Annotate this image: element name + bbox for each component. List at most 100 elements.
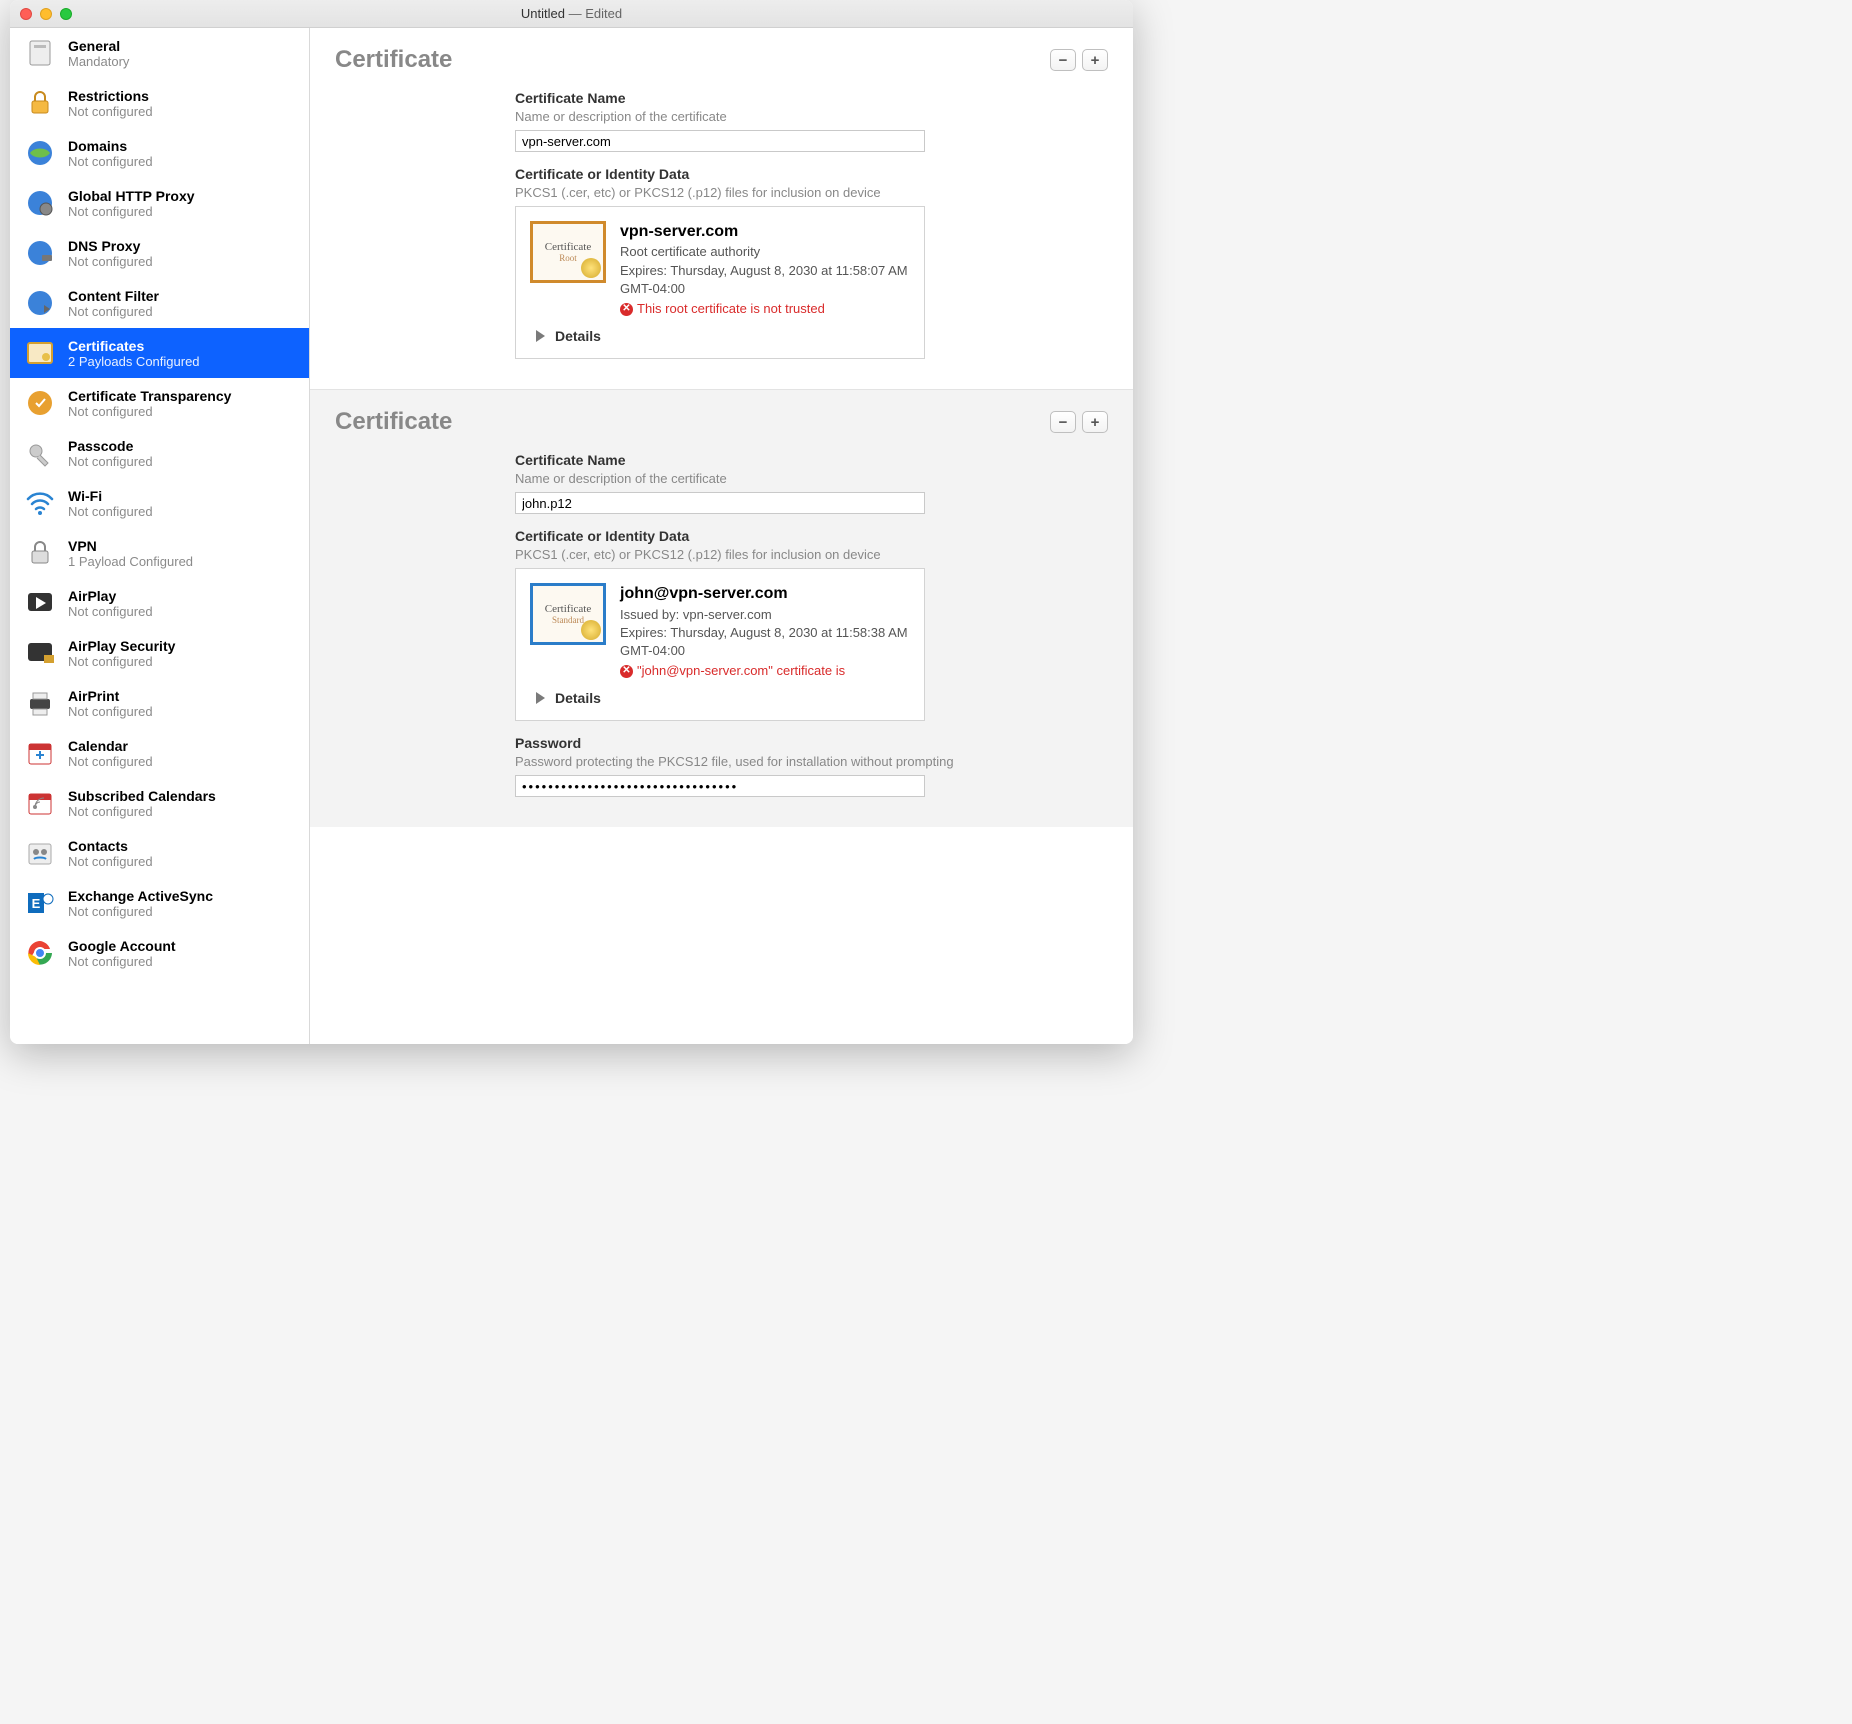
cert-name-desc: Name or description of the certificate (515, 471, 1108, 486)
sidebar-item-subtitle: Not configured (68, 204, 195, 219)
sidebar-item-title: Wi-Fi (68, 488, 153, 504)
sidebar-item-title: VPN (68, 538, 193, 554)
certificate-panel-2: Certificate − + Certificate Name Name or… (310, 389, 1133, 827)
sidebar-item-title: AirPlay Security (68, 638, 175, 654)
sidebar-item-airprint[interactable]: AirPrintNot configured (10, 678, 309, 728)
details-disclosure[interactable]: Details (530, 690, 910, 706)
cert-issuer: Issued by: vpn-server.com (620, 606, 910, 624)
sidebar-item-title: AirPrint (68, 688, 153, 704)
sidebar-item-certificates[interactable]: Certificates2 Payloads Configured (10, 328, 309, 378)
remove-payload-button[interactable]: − (1050, 49, 1076, 71)
main-panel[interactable]: Certificate − + Certificate Name Name or… (310, 28, 1133, 1044)
sidebar-item-title: Calendar (68, 738, 153, 754)
password-input[interactable] (515, 775, 925, 797)
sidebar-item-icon (22, 935, 58, 971)
sidebar-item-content-filter[interactable]: Content FilterNot configured (10, 278, 309, 328)
sidebar-item-title: AirPlay (68, 588, 153, 604)
sidebar-item-icon (22, 585, 58, 621)
sidebar-item-subtitle: 1 Payload Configured (68, 554, 193, 569)
sidebar-item-airplay[interactable]: AirPlayNot configured (10, 578, 309, 628)
sidebar-item-subtitle: Not configured (68, 654, 175, 669)
sidebar-item-title: Global HTTP Proxy (68, 188, 195, 204)
sidebar-item-icon (22, 85, 58, 121)
sidebar-item-title: Certificate Transparency (68, 388, 231, 404)
sidebar-item-title: Certificates (68, 338, 200, 354)
password-label: Password (515, 735, 1108, 751)
sidebar-item-subtitle: Not configured (68, 404, 231, 419)
window-title: Untitled — Edited (10, 6, 1133, 21)
sidebar-item-subtitle: Mandatory (68, 54, 129, 69)
sidebar-item-certificate-transparency[interactable]: Certificate TransparencyNot configured (10, 378, 309, 428)
sidebar-item-icon (22, 685, 58, 721)
certificate-thumbnail-icon: Certificate Root (530, 221, 606, 283)
panel-title: Certificate (335, 46, 452, 74)
sidebar-item-passcode[interactable]: PasscodeNot configured (10, 428, 309, 478)
sidebar-item-airplay-security[interactable]: AirPlay SecurityNot configured (10, 628, 309, 678)
content: GeneralMandatoryRestrictionsNot configur… (10, 28, 1133, 1044)
cert-name-desc: Name or description of the certificate (515, 109, 1108, 124)
sidebar-item-dns-proxy[interactable]: DNS ProxyNot configured (10, 228, 309, 278)
sidebar-item-subtitle: Not configured (68, 304, 159, 319)
sidebar-item-title: Content Filter (68, 288, 159, 304)
sidebar-item-icon (22, 435, 58, 471)
sidebar-item-subtitle: Not configured (68, 954, 176, 969)
sidebar-item-title: General (68, 38, 129, 54)
sidebar-item-subtitle: Not configured (68, 904, 213, 919)
sidebar-item-title: Google Account (68, 938, 176, 954)
certificate-thumbnail-icon: Certificate Standard (530, 583, 606, 645)
error-icon: ✕ (620, 303, 633, 316)
sidebar-item-title: DNS Proxy (68, 238, 153, 254)
sidebar-item-subtitle: Not configured (68, 104, 153, 119)
sidebar-item-vpn[interactable]: VPN1 Payload Configured (10, 528, 309, 578)
password-desc: Password protecting the PKCS12 file, use… (515, 754, 1108, 769)
sidebar-item-icon (22, 285, 58, 321)
cert-name-input[interactable] (515, 492, 925, 514)
sidebar-item-subtitle: Not configured (68, 804, 216, 819)
cert-trust-error: ✕ This root certificate is not trusted (620, 300, 910, 318)
sidebar-item-icon: E (22, 885, 58, 921)
add-payload-button[interactable]: + (1082, 49, 1108, 71)
sidebar-item-domains[interactable]: DomainsNot configured (10, 128, 309, 178)
window-title-name: Untitled (521, 6, 565, 21)
cert-cn: vpn-server.com (620, 221, 910, 243)
sidebar-item-subtitle: Not configured (68, 454, 153, 469)
seal-icon (581, 258, 601, 278)
sidebar-item-calendar[interactable]: CalendarNot configured (10, 728, 309, 778)
cert-data-label: Certificate or Identity Data (515, 166, 1108, 182)
sidebar-item-icon (22, 735, 58, 771)
sidebar-item-contacts[interactable]: ContactsNot configured (10, 828, 309, 878)
sidebar-item-global-http-proxy[interactable]: Global HTTP ProxyNot configured (10, 178, 309, 228)
sidebar-item-general[interactable]: GeneralMandatory (10, 28, 309, 78)
sidebar-item-icon (22, 785, 58, 821)
add-payload-button[interactable]: + (1082, 411, 1108, 433)
titlebar: Untitled — Edited (10, 0, 1133, 28)
disclosure-triangle-icon (536, 692, 545, 704)
disclosure-triangle-icon (536, 330, 545, 342)
sidebar-item-title: Restrictions (68, 88, 153, 104)
sidebar[interactable]: GeneralMandatoryRestrictionsNot configur… (10, 28, 310, 1044)
sidebar-item-title: Subscribed Calendars (68, 788, 216, 804)
cert-data-desc: PKCS1 (.cer, etc) or PKCS12 (.p12) files… (515, 547, 1108, 562)
sidebar-item-restrictions[interactable]: RestrictionsNot configured (10, 78, 309, 128)
sidebar-item-wi-fi[interactable]: Wi-FiNot configured (10, 478, 309, 528)
sidebar-item-icon (22, 835, 58, 871)
remove-payload-button[interactable]: − (1050, 411, 1076, 433)
panel-title: Certificate (335, 408, 452, 436)
sidebar-item-subscribed-calendars[interactable]: Subscribed CalendarsNot configured (10, 778, 309, 828)
sidebar-item-exchange-activesync[interactable]: EExchange ActiveSyncNot configured (10, 878, 309, 928)
details-disclosure[interactable]: Details (530, 328, 910, 344)
sidebar-item-subtitle: Not configured (68, 754, 153, 769)
sidebar-item-google-account[interactable]: Google AccountNot configured (10, 928, 309, 978)
sidebar-item-icon (22, 35, 58, 71)
cert-cn: john@vpn-server.com (620, 583, 910, 605)
sidebar-item-subtitle: Not configured (68, 504, 153, 519)
cert-data-desc: PKCS1 (.cer, etc) or PKCS12 (.p12) files… (515, 185, 1108, 200)
error-icon: ✕ (620, 665, 633, 678)
cert-trust-error: ✕ "john@vpn-server.com" certificate is (620, 662, 910, 680)
sidebar-item-icon (22, 385, 58, 421)
sidebar-item-subtitle: Not configured (68, 154, 153, 169)
sidebar-item-icon (22, 535, 58, 571)
cert-name-input[interactable] (515, 130, 925, 152)
certificate-panel-1: Certificate − + Certificate Name Name or… (310, 28, 1133, 389)
sidebar-item-icon (22, 135, 58, 171)
